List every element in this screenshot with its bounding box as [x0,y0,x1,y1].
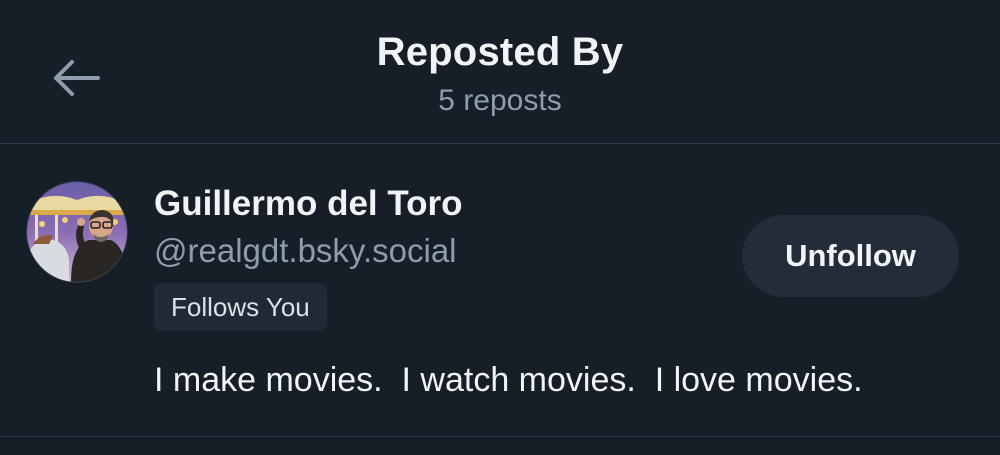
avatar[interactable] [26,181,128,283]
avatar-image [27,182,127,282]
page-title: Reposted By [376,30,624,74]
unfollow-button[interactable]: Unfollow [742,215,959,297]
user-display-name[interactable]: Guillermo del Toro [154,184,463,224]
user-list-item[interactable]: Guillermo del Toro @realgdt.bsky.social … [0,144,1000,437]
user-handle: @realgdt.bsky.social [154,232,457,269]
page-header: Reposted By 5 reposts [0,0,1000,144]
follows-you-badge: Follows You [154,283,327,331]
user-bio: I make movies. I watch movies. I love mo… [154,361,863,399]
repost-count: 5 reposts [438,84,562,117]
